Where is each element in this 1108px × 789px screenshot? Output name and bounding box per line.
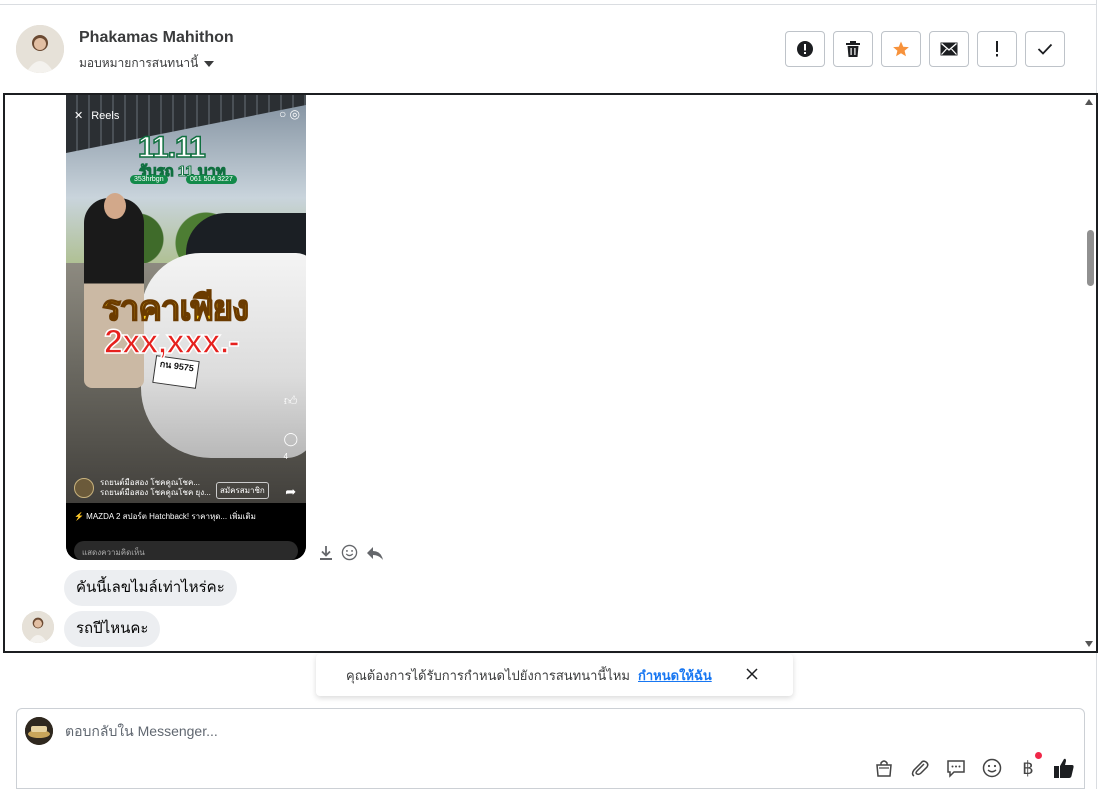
reel-top-label: Reels bbox=[91, 109, 120, 122]
composer-toolbar: ฿ bbox=[872, 752, 1076, 780]
message-bubble[interactable]: รถปีไหนคะ bbox=[64, 611, 161, 647]
contact-name: Phakamas Mahithon bbox=[79, 29, 234, 46]
mark-unread-button[interactable] bbox=[929, 31, 969, 67]
notification-dot bbox=[1035, 752, 1042, 759]
react-emoji-icon[interactable] bbox=[341, 544, 358, 561]
reel-subscribe-button[interactable]: สมัครสมาชิก bbox=[216, 482, 269, 499]
reel-top-bar: ✕ Reels bbox=[74, 109, 120, 123]
saved-replies-button[interactable] bbox=[944, 756, 968, 780]
like-button[interactable] bbox=[1052, 756, 1076, 780]
conversation-toolbar bbox=[785, 31, 1065, 67]
envelope-icon bbox=[940, 42, 958, 56]
reel-search-icon[interactable]: ○ ◎ bbox=[279, 107, 300, 121]
delete-button[interactable] bbox=[833, 31, 873, 67]
baht-icon: ฿ bbox=[1022, 757, 1034, 779]
scrollbar-thumb[interactable] bbox=[1087, 230, 1094, 286]
reel-promo-pill: 353hrbgn bbox=[130, 175, 168, 184]
download-icon[interactable] bbox=[319, 545, 333, 561]
reel-side-actions: 👍︎ ◯ 4 ➦ bbox=[283, 393, 298, 500]
page-logo-icon bbox=[74, 478, 94, 498]
reel-promo-phone: 061 504 3227 bbox=[186, 175, 237, 184]
like-icon bbox=[1054, 758, 1074, 778]
chevron-down-icon bbox=[204, 60, 215, 67]
mark-done-button[interactable] bbox=[1025, 31, 1065, 67]
comment-icon[interactable]: ◯ 4 bbox=[283, 431, 298, 462]
avatar-photo-icon bbox=[22, 611, 54, 643]
reel-page-name: รถยนต์มือสอง โชคคูณโชค... bbox=[100, 478, 200, 487]
reel-page-sub: รถยนต์มือสอง โชคคูณโชค ยุง... bbox=[100, 488, 211, 497]
star-icon bbox=[893, 41, 909, 57]
close-icon[interactable] bbox=[745, 667, 759, 681]
page-avatar bbox=[25, 717, 53, 745]
reel-attachment[interactable]: กน 9575 ✕ Reels ○ ◎ 11.11 รับรถ 11 บาท 3… bbox=[66, 95, 306, 560]
mark-spam-button[interactable] bbox=[785, 31, 825, 67]
reply-icon[interactable] bbox=[366, 545, 384, 561]
saved-replies-icon bbox=[947, 760, 965, 778]
reel-comment-count: 4 bbox=[283, 452, 288, 461]
assign-to-me-link[interactable]: กำหนดให้ฉัน bbox=[638, 665, 712, 686]
attach-button[interactable] bbox=[908, 756, 932, 780]
emoji-button[interactable] bbox=[980, 756, 1004, 780]
alert-circle-icon bbox=[797, 41, 813, 57]
thumbs-up-icon[interactable]: 👍︎ bbox=[284, 393, 298, 409]
message-actions bbox=[319, 544, 384, 561]
paperclip-icon bbox=[911, 760, 929, 777]
reel-comment-field[interactable]: แสดงความคิดเห็น bbox=[74, 541, 298, 560]
scroll-up-arrow-icon[interactable] bbox=[1085, 99, 1093, 105]
trash-icon bbox=[846, 41, 860, 57]
message-thread[interactable]: กน 9575 ✕ Reels ○ ◎ 11.11 รับรถ 11 บาท 3… bbox=[3, 93, 1098, 653]
assign-label: มอบหมายการสนทนานี้ bbox=[79, 56, 199, 70]
payment-button[interactable]: ฿ bbox=[1016, 752, 1042, 780]
reply-input[interactable] bbox=[65, 719, 865, 743]
reply-composer: ฿ bbox=[16, 708, 1085, 789]
check-icon bbox=[1037, 43, 1053, 55]
emoji-icon bbox=[982, 758, 1002, 778]
reel-caption: ⚡ MAZDA 2 สปอร์ต Hatchback! ราคาหุด... เ… bbox=[74, 512, 256, 521]
shopping-bag-icon bbox=[876, 760, 892, 777]
contact-avatar-small[interactable] bbox=[22, 611, 54, 643]
inbox-conversation-view: Phakamas Mahithon มอบหมายการสนทนานี้ กน … bbox=[0, 0, 1108, 789]
close-icon[interactable]: ✕ bbox=[74, 109, 83, 122]
star-button[interactable] bbox=[881, 31, 921, 67]
reel-presenter-head bbox=[104, 193, 126, 219]
conversation-header: Phakamas Mahithon มอบหมายการสนทนานี้ bbox=[0, 5, 1096, 93]
reel-page-text: รถยนต์มือสอง โชคคูณโชค... รถยนต์มือสอง โ… bbox=[100, 478, 211, 498]
assign-conversation-dropdown[interactable]: มอบหมายการสนทนานี้ bbox=[79, 54, 215, 73]
exclamation-icon bbox=[996, 41, 998, 57]
message-bubble[interactable]: คันนี้เลขไมล์เท่าไหร่คะ bbox=[64, 570, 237, 606]
page-logo-icon bbox=[25, 717, 53, 745]
avatar-photo-icon bbox=[16, 25, 64, 73]
follow-up-button[interactable] bbox=[977, 31, 1017, 67]
share-icon[interactable]: ➦ bbox=[285, 484, 296, 500]
contact-avatar[interactable] bbox=[16, 25, 64, 73]
assign-suggestion-banner: คุณต้องการได้รับการกำหนดไปยังการสนทนานี้… bbox=[316, 654, 793, 696]
assign-suggestion-text: คุณต้องการได้รับการกำหนดไปยังการสนทนานี้… bbox=[346, 667, 630, 683]
reel-page-info: รถยนต์มือสอง โชคคูณโชค... รถยนต์มือสอง โ… bbox=[74, 478, 211, 498]
reel-price-value: 2xx,xxx.- bbox=[103, 322, 240, 362]
shopping-bag-button[interactable] bbox=[872, 756, 896, 780]
scroll-down-arrow-icon[interactable] bbox=[1085, 641, 1093, 647]
